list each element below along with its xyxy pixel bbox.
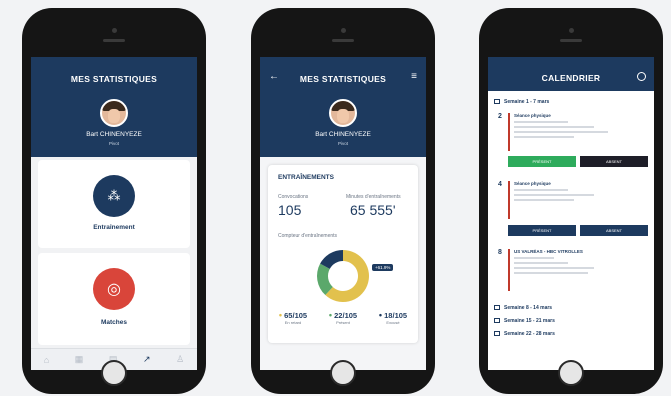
week-1-header[interactable]: Semaine 1 - 7 mars [494,99,549,105]
event-1-actions: PRÉSENT ABSENT [508,156,648,167]
training-stats-card: ENTRAÎNEMENTS Convocations 105 Minutes d… [268,165,418,343]
chart-legend: • 65/105 En retard • 22/105 Présent • 18… [268,310,418,325]
event-2[interactable]: 4 Séance physique [494,181,648,221]
training-icon: ⁂ [93,175,135,217]
absent-button[interactable]: ABSENT [580,156,648,167]
event-3[interactable]: 8 US VALRÉAS - HBC VITROLLES [494,249,648,293]
speaker [332,39,354,42]
legend-excused: • 18/105 Excusé [378,310,408,325]
event-title: US VALRÉAS - HBC VITROLLES [514,249,583,254]
screen: MES STATISTIQUES Bart CHINENYEZE Pivot ⁂… [31,57,197,370]
profile-header: ← MES STATISTIQUES ≡ Bart CHINENYEZE Piv… [260,57,426,157]
home-button[interactable] [330,360,356,386]
absent-button[interactable]: ABSENT [580,225,648,236]
week-4-header[interactable]: Semaine 22 - 28 mars [494,331,555,337]
home-button[interactable] [101,360,127,386]
event-day: 8 [498,249,502,256]
phone-statistics-menu: MES STATISTIQUES Bart CHINENYEZE Pivot ⁂… [22,8,206,394]
legend-excused-value: 18/105 [384,311,408,320]
week-3-header[interactable]: Semaine 15 - 21 mars [494,318,555,324]
event-day: 4 [498,181,502,188]
ball-icon: ◎ [93,268,135,310]
profile-icon[interactable]: ♙ [176,354,184,365]
page-title: MES STATISTIQUES [299,74,387,84]
training-donut-chart [317,250,369,302]
player-role: Pivot [108,141,119,146]
front-camera [112,28,117,33]
phone-calendar: CALENDRIER Semaine 1 - 7 mars 2 Séance p… [479,8,663,394]
legend-excused-label: Excusé [386,320,400,325]
legend-present-label: Présent [336,320,350,325]
page-title: MES STATISTIQUES [70,74,158,84]
profile-header: MES STATISTIQUES Bart CHINENYEZE Pivot [31,57,197,157]
player-name: Bart CHINENYEZE [86,131,142,138]
event-2-actions: PRÉSENT ABSENT [508,225,648,236]
calendar-icon [494,318,500,323]
calendar-icon [494,99,500,104]
legend-late-label: En retard [284,320,302,325]
filter-icon[interactable]: ≡ [411,71,417,82]
present-button[interactable]: PRÉSENT [508,156,576,167]
front-camera [569,28,574,33]
chart-title: Compteur d'entraînements [278,233,338,239]
screen: CALENDRIER Semaine 1 - 7 mars 2 Séance p… [488,57,654,370]
player-name: Bart CHINENYEZE [315,131,371,138]
training-card[interactable]: ⁂ Entraînement [38,160,190,248]
legend-present: • 22/105 Présent [328,310,358,325]
calendar-header: CALENDRIER [488,57,654,91]
week-2-header[interactable]: Semaine 8 - 14 mars [494,305,552,311]
event-1[interactable]: 2 Séance physique [494,113,648,153]
page-title: CALENDRIER [541,73,601,83]
screen: ← MES STATISTIQUES ≡ Bart CHINENYEZE Piv… [260,57,426,370]
legend-late-value: 65/105 [284,311,308,320]
convocations-value: 105 [278,202,302,218]
home-icon[interactable]: ⌂ [44,355,49,365]
event-title: Séance physique [514,113,551,118]
convocations-label: Convocations [278,194,309,200]
front-camera [341,28,346,33]
player-role: Pivot [337,141,348,146]
home-button[interactable] [558,360,584,386]
calendar-icon [494,331,500,336]
minutes-label: Minutes d'entraînements [346,194,401,200]
legend-late: • 65/105 En retard [278,310,308,325]
speaker [103,39,125,42]
calendar-icon [494,305,500,310]
chart-tooltip: +61.9% [372,264,394,271]
speaker [560,39,582,42]
section-title: ENTRAÎNEMENTS [278,174,334,181]
avatar [329,99,357,127]
event-day: 2 [498,113,502,120]
avatar [100,99,128,127]
minutes-value: 65 555' [350,202,396,218]
phone-training-stats: ← MES STATISTIQUES ≡ Bart CHINENYEZE Piv… [251,8,435,394]
matches-card[interactable]: ◎ Matches [38,253,190,345]
matches-label: Matches [100,319,127,326]
training-label: Entraînement [93,224,135,231]
present-button[interactable]: PRÉSENT [508,225,576,236]
profile-icon[interactable] [637,72,646,81]
calendar-icon[interactable]: ▦ [75,354,84,365]
stats-icon[interactable]: ↗ [143,354,151,365]
event-title: Séance physique [514,181,551,186]
legend-present-value: 22/105 [334,311,358,320]
